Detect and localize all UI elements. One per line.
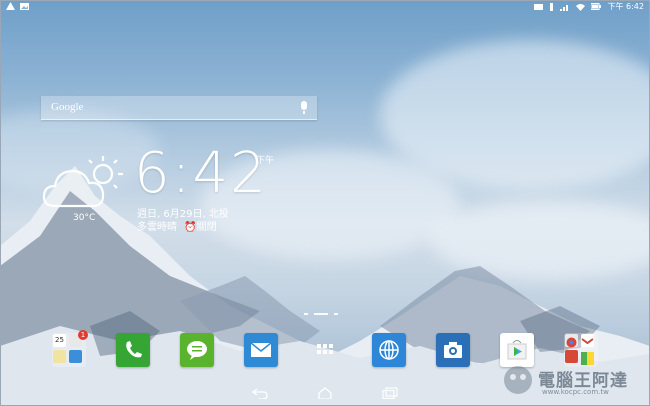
memo-icon (53, 350, 66, 363)
envelope-icon (250, 342, 272, 357)
battery-icon (591, 3, 602, 10)
folder-google[interactable] (564, 333, 598, 367)
calendar-icon: 25 (53, 334, 66, 347)
status-bar: 下午 6:42 (0, 0, 650, 15)
globe-icon (379, 340, 399, 360)
messaging-app[interactable] (180, 333, 214, 367)
camera-app[interactable] (436, 333, 470, 367)
wifi-icon (576, 3, 586, 11)
chat-icon (187, 341, 207, 360)
temperature: 30°C (73, 213, 96, 223)
signal-icon (560, 4, 569, 11)
phone-icon (126, 341, 142, 358)
vibrate-icon (550, 2, 554, 11)
clock-time[interactable]: 6:42 (134, 144, 268, 204)
recents-icon[interactable] (382, 387, 398, 399)
condition-text: 多雲時晴 (137, 222, 177, 233)
notification-a-icon (6, 2, 15, 10)
folder-calendar-tasks[interactable]: 25 1 (52, 330, 88, 367)
weather-condition: 多雲時晴 ⏰關閉 (137, 218, 217, 233)
alarm-status: ⏰關閉 (184, 222, 217, 233)
page-dot-active (314, 313, 328, 315)
google-plus-icon (565, 350, 578, 363)
watermark: 電腦王阿達 www.kocpc.com.tw (502, 364, 642, 400)
home-icon[interactable] (317, 387, 333, 399)
microphone-icon[interactable] (301, 101, 307, 114)
gmail-icon (581, 334, 594, 347)
status-time: 下午 6:42 (607, 2, 644, 11)
email-app[interactable] (244, 333, 278, 367)
notification-badge: 1 (78, 330, 88, 340)
chrome-icon (565, 334, 578, 348)
watermark-logo-icon (504, 366, 532, 394)
image-notification-icon (20, 3, 29, 10)
phone-app[interactable] (116, 333, 150, 367)
google-logo: Google (51, 101, 84, 113)
browser-app[interactable] (372, 333, 406, 367)
grid-icon (317, 344, 333, 354)
watermark-url: www.kocpc.com.tw (542, 388, 609, 396)
contacts-icon (69, 350, 82, 363)
play-store-app[interactable] (500, 333, 534, 367)
page-indicator (304, 313, 338, 315)
google-search-bar[interactable]: Google (41, 96, 317, 120)
back-icon[interactable] (252, 387, 268, 399)
calendar-day: 25 (55, 336, 64, 344)
clock-ampm: 下午 (256, 156, 275, 166)
page-dot (304, 313, 308, 315)
partly-cloudy-icon[interactable] (41, 150, 127, 214)
all-apps[interactable] (308, 333, 342, 367)
play-store-icon (507, 340, 527, 360)
camera-icon (444, 342, 462, 358)
page-dot (334, 313, 338, 315)
sync-icon (534, 3, 544, 10)
maps-icon (581, 350, 594, 365)
